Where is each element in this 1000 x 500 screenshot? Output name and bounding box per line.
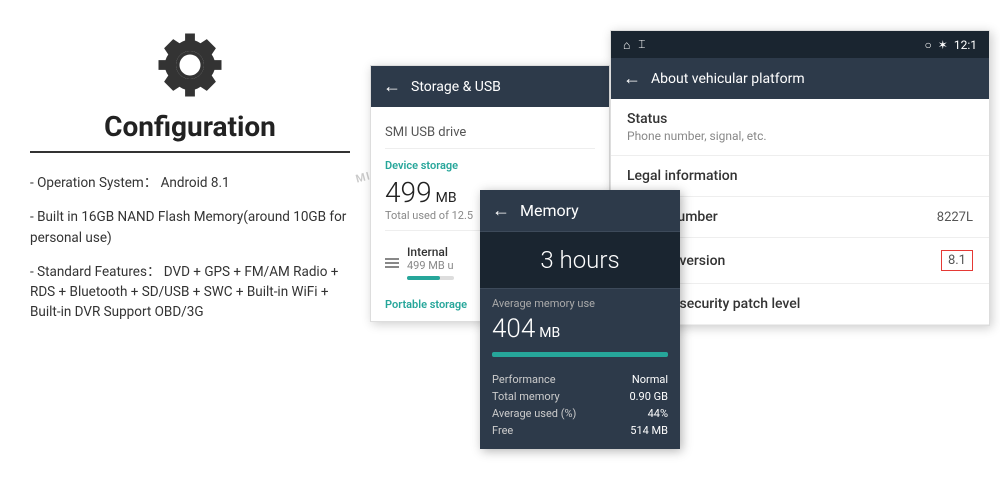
bluetooth-icon: ✶ [938,38,948,52]
memory-avg-label: Average memory use [480,289,680,312]
about-title: About vehicular platform [651,71,805,87]
memory-stat-free: Free 514 MB [492,422,668,439]
stat-label-performance: Performance [492,373,556,386]
internal-progress-container [407,276,454,280]
memory-avg-big: 404 [492,314,535,344]
location-icon: ○ [925,38,932,52]
config-item-features: - Standard Features： DVD + GPS + FM/AM R… [30,262,350,323]
stat-label-free: Free [492,424,513,437]
icon-line-2 [385,262,399,264]
about-back-arrow[interactable]: ← [623,68,641,89]
home-icon: ⌂ [623,38,630,52]
about-model-value: 8227L [937,210,973,225]
config-divider [30,151,350,153]
memory-title: Memory [520,201,579,220]
memory-stat-performance: Performance Normal [492,371,668,388]
device-storage-label: Device storage [385,159,595,172]
memory-stat-total: Total memory 0.90 GB [492,388,668,405]
config-title: Configuration [30,110,350,143]
memory-avg-value: 404 MB [480,312,680,352]
storage-title: Storage & USB [411,79,501,95]
storage-big-num: 499 [385,176,432,209]
memory-back-arrow[interactable]: ← [492,200,510,221]
memory-stat-avg-used: Average used (%) 44% [492,405,668,422]
memory-progress-bar [492,352,668,357]
storage-header: ← Storage & USB [371,66,609,107]
gear-icon [155,30,225,100]
internal-info: Internal 499 MB u [407,245,454,280]
stat-val-performance: Normal [632,373,668,386]
memory-header: ← Memory [480,190,680,232]
stat-val-total: 0.90 GB [629,390,668,403]
smi-usb-label: SMI USB drive [385,117,595,149]
stat-label-total: Total memory [492,390,560,403]
internal-sub: 499 MB u [407,259,454,272]
status-time: 12:1 [954,38,977,52]
about-status-title: Status [627,111,973,127]
about-legal-title: Legal information [627,168,973,184]
internal-progress-fill [407,276,440,280]
icon-line-3 [385,266,399,268]
config-list: - Operation System： Android 8.1 - Built … [30,173,350,323]
stat-label-avg-used: Average used (%) [492,407,576,420]
status-bar-left: ⌂ ⌶ [623,37,645,52]
about-status-sub: Phone number, signal, etc. [627,129,973,143]
icon-line-1 [385,258,399,260]
stat-val-free: 514 MB [630,424,668,437]
android-version-box: 8.1 [941,250,973,271]
about-item-status[interactable]: Status Phone number, signal, etc. [611,99,989,156]
memory-stats: Performance Normal Total memory 0.90 GB … [480,365,680,449]
storage-back-arrow[interactable]: ← [383,76,401,97]
about-status-bar: ⌂ ⌶ ○ ✶ 12:1 [611,31,989,58]
gear-icon-container [30,30,350,100]
about-header: ← About vehicular platform [611,58,989,99]
config-item-os: - Operation System： Android 8.1 [30,173,350,193]
left-panel: Configuration - Operation System： Androi… [30,30,350,337]
status-bar-right: ○ ✶ 12:1 [925,38,977,52]
memory-overlay: ← Memory 3 hours Average memory use 404 … [480,190,680,449]
memory-avg-unit: MB [539,325,560,341]
storage-internal-icon [385,258,399,268]
stat-val-avg-used: 44% [648,407,668,420]
memory-hours: 3 hours [480,232,680,289]
config-item-memory: - Built in 16GB NAND Flash Memory(around… [30,207,350,248]
internal-label: Internal [407,245,454,259]
usb-icon: ⌶ [638,37,645,52]
storage-unit: MB [436,190,457,206]
